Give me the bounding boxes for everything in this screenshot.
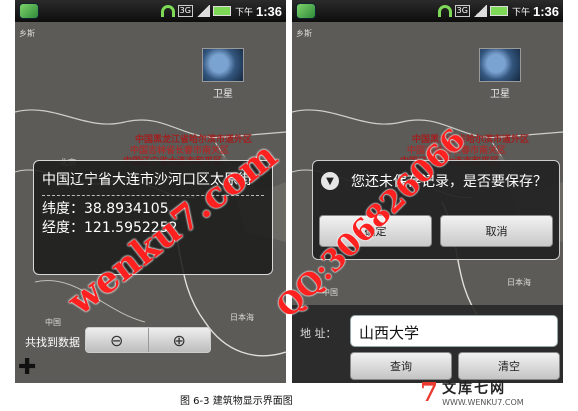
logo-url: WWW.WENKU7.COM bbox=[442, 398, 524, 407]
wifi-icon bbox=[160, 5, 175, 17]
popup-longitude: 经度：121.5952252 bbox=[42, 220, 178, 236]
confirm-button[interactable]: 确定 bbox=[319, 215, 432, 247]
status-bar: 3G 下午 1:36 bbox=[15, 0, 286, 22]
map-place-label: 日本海 bbox=[507, 278, 531, 287]
network-type-icon: 3G bbox=[454, 5, 470, 17]
app-notification-icon bbox=[19, 3, 39, 19]
map-place-label: 中国 bbox=[322, 288, 338, 297]
zoom-out-button[interactable]: ⊖ bbox=[86, 328, 148, 352]
satellite-thumbnail-icon bbox=[479, 48, 521, 82]
status-clock: 1:36 bbox=[532, 3, 559, 19]
address-search-panel: 地 址： 山西大学 查询 清空 bbox=[292, 305, 563, 383]
query-button[interactable]: 查询 bbox=[350, 352, 452, 380]
phone-screen-right: 3G 下午 1:36 乡斯 中国 日本海 卫星 中国黑龙江省哈尔滨市道外区 中国… bbox=[292, 0, 563, 383]
figure: 3G 下午 1:36 乡斯 北京 中国 日本海 卫星 中国黑龙江 bbox=[0, 0, 578, 411]
zoom-in-button[interactable]: ⊕ bbox=[147, 328, 211, 352]
wifi-icon bbox=[437, 5, 452, 17]
my-location-crosshair-icon[interactable]: ✚ bbox=[18, 355, 36, 380]
map-place-label: 日本海 bbox=[230, 313, 254, 322]
battery-icon bbox=[489, 6, 508, 16]
site-logo: 7 文库七网 WWW.WENKU7.COM bbox=[420, 377, 524, 408]
result-count-text: 共找到数据 bbox=[25, 336, 80, 349]
status-bar: 3G 下午 1:36 bbox=[292, 0, 563, 22]
logo-name: 文库七网 bbox=[442, 381, 507, 397]
status-clock: 1:36 bbox=[255, 3, 282, 19]
popup-address: 中国辽宁省大连市沙河口区太原街 bbox=[42, 172, 252, 188]
signal-icon bbox=[195, 5, 210, 17]
address-label: 地 址： bbox=[300, 327, 337, 340]
status-ampm: 下午 bbox=[511, 7, 530, 18]
zoom-controls: ⊖ ⊕ bbox=[85, 327, 211, 353]
chevron-down-icon: ▼ bbox=[321, 172, 339, 190]
address-input[interactable]: 山西大学 bbox=[350, 315, 558, 347]
clear-button[interactable]: 清空 bbox=[458, 352, 560, 380]
popup-latitude: 纬度：38.8934105 bbox=[42, 201, 169, 217]
satellite-label: 卫星 bbox=[490, 89, 510, 100]
signal-icon bbox=[472, 5, 487, 17]
popup-divider bbox=[42, 195, 264, 196]
satellite-button[interactable]: 卫星 bbox=[198, 48, 248, 108]
dialog-message: 您还未保存记录，是否要保存？ bbox=[351, 174, 547, 190]
save-confirm-dialog: ▼ 您还未保存记录，是否要保存？ 确定 取消 bbox=[312, 160, 560, 260]
zoom-out-icon: ⊖ bbox=[110, 330, 124, 350]
map-place-label: 中国 bbox=[45, 318, 61, 327]
zoom-in-icon: ⊕ bbox=[172, 330, 186, 350]
cancel-button[interactable]: 取消 bbox=[440, 215, 553, 247]
map-place-label: 乡斯 bbox=[296, 29, 312, 38]
network-type-icon: 3G bbox=[177, 5, 193, 17]
battery-icon bbox=[212, 6, 231, 16]
location-info-popup[interactable]: 中国辽宁省大连市沙河口区太原街 纬度：38.8934105 经度：121.595… bbox=[33, 160, 273, 275]
figure-caption: 图 6-3 建筑物显示界面图 bbox=[180, 396, 293, 407]
satellite-button[interactable]: 卫星 bbox=[475, 48, 525, 108]
satellite-label: 卫星 bbox=[213, 89, 233, 100]
status-ampm: 下午 bbox=[234, 7, 253, 18]
map-place-label: 乡斯 bbox=[19, 29, 35, 38]
logo-seven-icon: 7 bbox=[420, 377, 439, 408]
app-notification-icon bbox=[296, 3, 316, 19]
satellite-thumbnail-icon bbox=[202, 48, 244, 82]
phone-screen-left: 3G 下午 1:36 乡斯 北京 中国 日本海 卫星 中国黑龙江 bbox=[15, 0, 286, 383]
